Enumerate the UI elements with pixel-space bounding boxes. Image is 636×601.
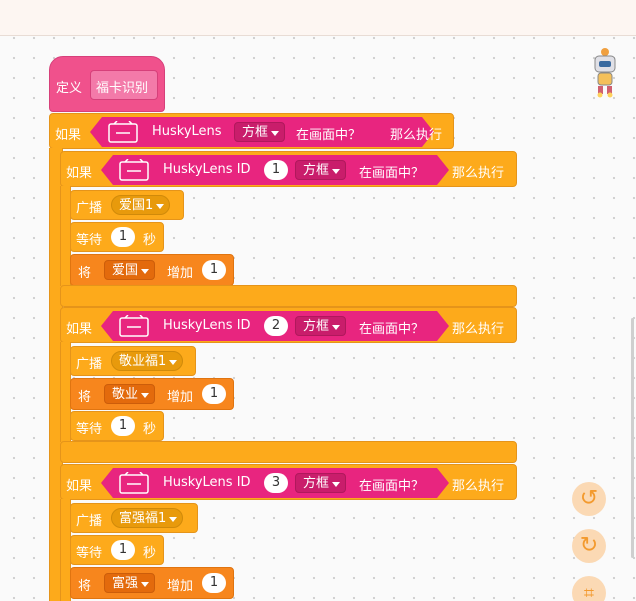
inner-if-1-sensor: HuskyLens ID — [163, 162, 251, 177]
top-toolbar — [0, 0, 636, 36]
huskylens-camera-icon — [119, 315, 149, 337]
change-2-var[interactable]: 敬业 — [104, 384, 156, 404]
wait-3-unit: 秒 — [143, 546, 157, 561]
vertical-scrollbar[interactable] — [631, 318, 634, 558]
broadcast-3-label: 广播 — [76, 514, 103, 529]
broadcast-1-label: 广播 — [76, 201, 103, 216]
huskylens-camera-icon — [119, 159, 149, 181]
inner-if-2-header[interactable]: 如果 HuskyLens ID 2 方框 在画面中？ 那么执行 — [60, 307, 517, 343]
broadcast-2-message[interactable]: 敬业福1 — [111, 351, 184, 371]
undo-icon: ↺ — [579, 486, 599, 511]
broadcast-1-message[interactable]: 爱国1 — [111, 195, 171, 215]
change-3-value[interactable]: 1 — [202, 573, 226, 593]
inner-if-2-then-label: 那么执行 — [452, 322, 505, 337]
inner-if-3-condition[interactable]: HuskyLens ID 3 方框 在画面中？ — [101, 468, 449, 498]
outer-if-sensor: HuskyLens — [152, 124, 222, 139]
broadcast-block-3[interactable]: 广播 富强福1 — [70, 503, 198, 533]
crop-icon: ⌗ — [583, 583, 595, 601]
inner-if-1-then-label: 那么执行 — [452, 166, 505, 181]
inner-if-2-sensor: HuskyLens ID — [163, 318, 251, 333]
inner-if-3-then-label: 那么执行 — [452, 479, 505, 494]
inner-if-3-id[interactable]: 3 — [264, 473, 288, 493]
change-2-value[interactable]: 1 — [202, 384, 226, 404]
wait-3-value[interactable]: 1 — [111, 540, 135, 560]
wait-2-unit: 秒 — [143, 422, 157, 437]
huskylens-camera-icon — [119, 472, 149, 494]
change-1-label: 将 — [78, 266, 92, 281]
inner-if-1-footer — [60, 285, 517, 307]
redo-icon: ↻ — [579, 533, 599, 558]
broadcast-2-label: 广播 — [76, 357, 103, 372]
change-2-op: 增加 — [167, 390, 194, 405]
outer-if-dropdown[interactable]: 方框 — [234, 122, 285, 142]
redo-button[interactable]: ↻ — [572, 529, 606, 563]
change-var-block-1[interactable]: 将 爱国 增加 1 — [70, 254, 234, 286]
inner-if-1-id[interactable]: 1 — [264, 160, 288, 180]
broadcast-3-message[interactable]: 富强福1 — [111, 508, 184, 528]
wait-2-label: 等待 — [76, 422, 103, 437]
change-1-var[interactable]: 爱国 — [104, 260, 156, 280]
broadcast-block-1[interactable]: 广播 爱国1 — [70, 190, 184, 220]
inner-if-1-condition-text: 在画面中？ — [359, 166, 425, 181]
wait-1-label: 等待 — [76, 233, 103, 248]
outer-if-condition[interactable]: HuskyLens 方框 在画面中？ — [90, 117, 434, 147]
change-var-block-2[interactable]: 将 敬业 增加 1 — [70, 378, 234, 410]
outer-if-condition-text: 在画面中？ — [296, 128, 362, 143]
broadcast-block-2[interactable]: 广播 敬业福1 — [70, 346, 196, 376]
wait-2-value[interactable]: 1 — [111, 416, 135, 436]
inner-if-2-label: 如果 — [66, 322, 93, 337]
inner-if-3-sensor: HuskyLens ID — [163, 475, 251, 490]
inner-if-3-condition-text: 在画面中？ — [359, 479, 425, 494]
change-2-label: 将 — [78, 390, 92, 405]
inner-if-1-condition[interactable]: HuskyLens ID 1 方框 在画面中？ — [101, 155, 449, 185]
change-var-block-3[interactable]: 将 富强 增加 1 — [70, 567, 234, 599]
inner-if-1-header[interactable]: 如果 HuskyLens ID 1 方框 在画面中？ 那么执行 — [60, 151, 517, 187]
define-name-slot[interactable]: 福卡识别 — [90, 70, 158, 100]
inner-if-2-condition-text: 在画面中？ — [359, 322, 425, 337]
outer-if-then-label: 那么执行 — [390, 128, 443, 143]
define-name: 福卡识别 — [96, 81, 149, 96]
change-3-label: 将 — [78, 579, 92, 594]
undo-button[interactable]: ↺ — [572, 482, 606, 516]
wait-1-unit: 秒 — [143, 233, 157, 248]
inner-if-3-header[interactable]: 如果 HuskyLens ID 3 方框 在画面中？ 那么执行 — [60, 464, 517, 500]
crop-button[interactable]: ⌗ — [572, 576, 606, 601]
inner-if-2-dropdown[interactable]: 方框 — [295, 316, 346, 336]
change-1-op: 增加 — [167, 266, 194, 281]
wait-block-3[interactable]: 等待 1 秒 — [70, 535, 164, 565]
inner-if-3-dropdown[interactable]: 方框 — [295, 473, 346, 493]
define-keyword: 定义 — [56, 81, 83, 96]
inner-if-3-label: 如果 — [66, 479, 93, 494]
inner-if-2-condition[interactable]: HuskyLens ID 2 方框 在画面中？ — [101, 311, 449, 341]
change-1-value[interactable]: 1 — [202, 260, 226, 280]
outer-if-header[interactable]: 如果 HuskyLens 方框 在画面中？ 那么执行 — [49, 113, 454, 149]
change-3-var[interactable]: 富强 — [104, 573, 156, 593]
inner-if-1-label: 如果 — [66, 166, 93, 181]
wait-3-label: 等待 — [76, 546, 103, 561]
wait-1-value[interactable]: 1 — [111, 227, 135, 247]
define-block[interactable]: 定义 福卡识别 — [49, 56, 165, 112]
inner-if-2-id[interactable]: 2 — [264, 316, 288, 336]
wait-block-1[interactable]: 等待 1 秒 — [70, 222, 164, 252]
robot-mascot-icon[interactable] — [590, 46, 620, 98]
change-3-op: 增加 — [167, 579, 194, 594]
inner-if-2-footer — [60, 441, 517, 463]
inner-if-1-dropdown[interactable]: 方框 — [295, 160, 346, 180]
wait-block-2[interactable]: 等待 1 秒 — [70, 411, 164, 441]
huskylens-camera-icon — [108, 121, 138, 143]
outer-if-label: 如果 — [55, 128, 82, 143]
